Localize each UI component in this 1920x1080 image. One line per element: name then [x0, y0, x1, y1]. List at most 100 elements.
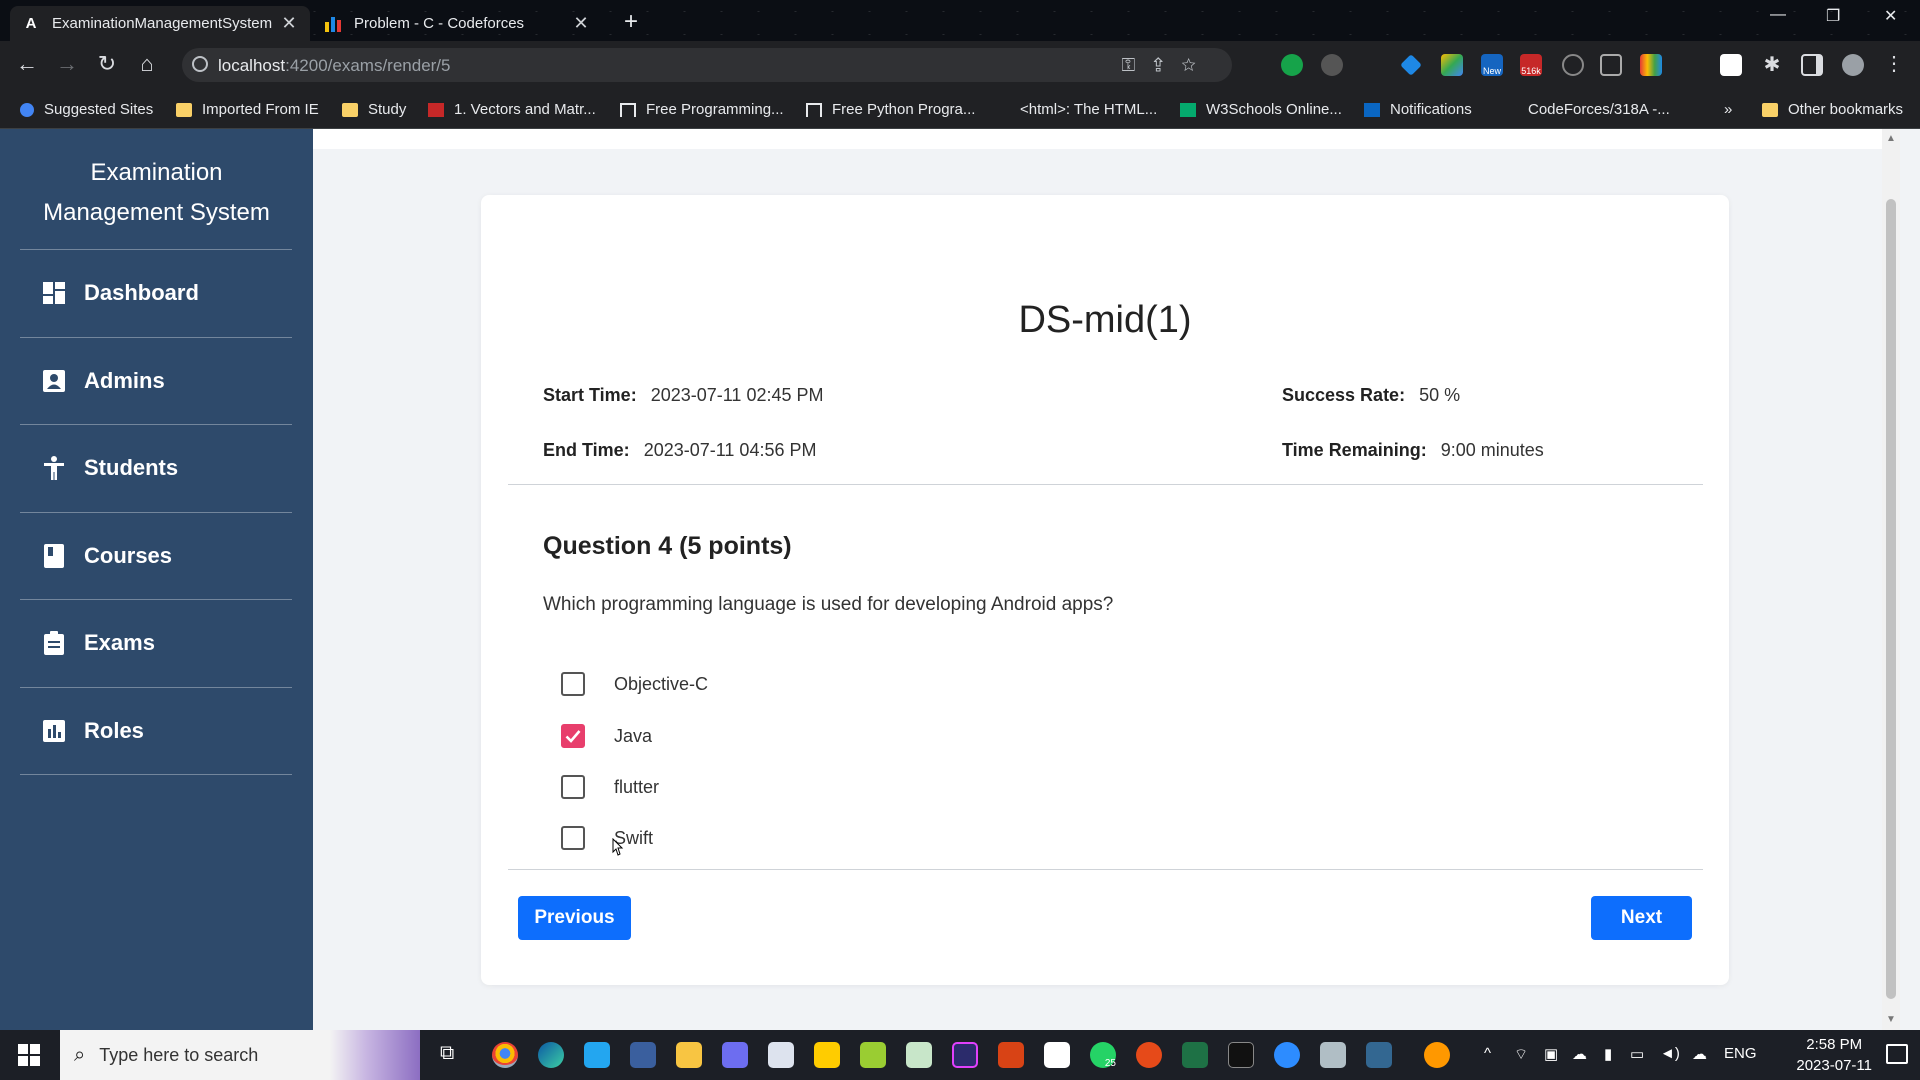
news-extension-icon[interactable]: New — [1481, 54, 1503, 76]
sidebar-item-dashboard[interactable]: Dashboard — [20, 249, 292, 336]
notification-center-icon[interactable] — [1886, 1044, 1908, 1064]
other-bookmarks[interactable]: Other bookmarks — [1762, 101, 1903, 118]
home-icon[interactable]: ⌂ — [133, 51, 161, 77]
scrollbar[interactable]: ▲ ▼ — [1882, 129, 1900, 1030]
option-objective-c[interactable]: Objective-C — [561, 672, 708, 696]
checkbox[interactable] — [561, 672, 585, 696]
previous-button[interactable]: Previous — [518, 896, 631, 940]
volume-icon[interactable]: ◄) — [1660, 1045, 1680, 1062]
sidebar-item-admins[interactable]: Admins — [20, 337, 292, 424]
network-icon[interactable]: ⌔ — [1514, 1045, 1528, 1064]
app-icon[interactable] — [722, 1042, 748, 1068]
chrome-icon[interactable] — [492, 1042, 518, 1068]
color-extension-icon[interactable] — [1640, 54, 1662, 76]
bookmark-item[interactable]: Study — [342, 101, 406, 118]
bookmark-item[interactable]: W3Schools Online... — [1180, 101, 1342, 118]
taskbar-clock[interactable]: 2:58 PM 2023-07-11 — [1796, 1034, 1872, 1076]
option-flutter[interactable]: flutter — [561, 775, 659, 799]
extension-icon[interactable] — [1321, 54, 1343, 76]
excel-icon[interactable] — [1182, 1042, 1208, 1068]
option-swift[interactable]: Swift — [561, 826, 653, 850]
grammarly-icon[interactable] — [1281, 54, 1303, 76]
app-icon[interactable] — [630, 1042, 656, 1068]
whatsapp-icon[interactable]: 25 — [1090, 1042, 1116, 1069]
app-icon[interactable] — [814, 1042, 840, 1068]
language-indicator[interactable]: ENG — [1724, 1045, 1757, 1062]
bookmark-item[interactable]: 1. Vectors and Matr... — [428, 101, 596, 118]
s-extension-icon[interactable] — [1720, 54, 1742, 76]
app-icon[interactable] — [1136, 1042, 1162, 1068]
bookmark-item[interactable]: <html>: The HTML... — [994, 101, 1157, 118]
app-icon[interactable] — [906, 1042, 932, 1068]
bookmark-item[interactable]: CodeForces/318A -... — [1502, 101, 1670, 118]
extension-e-icon[interactable] — [1600, 54, 1622, 76]
avatar[interactable] — [1842, 54, 1864, 76]
app-icon[interactable] — [1320, 1042, 1346, 1068]
clipboard-icon — [42, 631, 66, 655]
tab-codeforces[interactable]: Problem - C - Codeforces ✕ — [312, 6, 602, 41]
minimize-icon[interactable]: — — [1770, 6, 1786, 24]
taskbar-search[interactable]: ⌕ Type here to search — [60, 1030, 420, 1080]
site-info-icon[interactable] — [192, 56, 208, 72]
option-java[interactable]: Java — [561, 724, 652, 748]
tray-chevron-icon[interactable]: ^ — [1484, 1045, 1491, 1062]
bookmark-item[interactable]: Notifications — [1364, 101, 1472, 118]
forward-icon[interactable]: → — [53, 51, 81, 77]
folder-icon — [176, 102, 192, 117]
edge-icon[interactable] — [538, 1042, 564, 1068]
file-explorer-icon[interactable] — [676, 1042, 702, 1068]
postgres-icon[interactable] — [1366, 1042, 1392, 1068]
task-view-icon[interactable]: ⧉ — [440, 1042, 454, 1065]
app-icon[interactable] — [768, 1042, 794, 1068]
close-tab-icon[interactable]: ✕ — [280, 13, 298, 34]
next-button[interactable]: Next — [1591, 896, 1692, 940]
lambda-app-icon[interactable] — [860, 1042, 886, 1068]
sidebar-item-roles[interactable]: Roles — [20, 687, 292, 774]
bookmark-item[interactable]: Free Python Progra... — [806, 101, 975, 118]
notion-icon[interactable] — [1044, 1042, 1070, 1068]
reload-icon[interactable]: ↻ — [93, 51, 121, 77]
windows-start-icon[interactable] — [18, 1044, 40, 1066]
app-icon[interactable] — [998, 1042, 1024, 1068]
menu-icon[interactable]: ⋮ — [1880, 51, 1908, 76]
restore-icon[interactable]: ❐ — [1826, 6, 1840, 26]
close-window-icon[interactable]: ✕ — [1884, 6, 1897, 26]
device-icon[interactable]: ▣ — [1544, 1045, 1558, 1063]
cloud-icon[interactable]: ☁ — [1572, 1045, 1587, 1063]
scroll-up-icon[interactable]: ▲ — [1886, 133, 1896, 144]
app-icon[interactable] — [1424, 1042, 1450, 1068]
close-tab-icon[interactable]: ✕ — [572, 13, 590, 34]
battery-icon[interactable]: ▭ — [1630, 1045, 1644, 1063]
address-bar[interactable]: localhost:4200/exams/render/5 ⚿⇪☆ — [182, 48, 1232, 82]
checkbox-checked[interactable] — [561, 724, 585, 748]
intellij-icon[interactable] — [952, 1042, 978, 1068]
counter-extension-icon[interactable]: 516k — [1520, 54, 1542, 76]
bookmark-item[interactable]: Free Programming... — [620, 101, 784, 118]
checkbox[interactable] — [561, 826, 585, 850]
omnibox-actions[interactable]: ⚿⇪☆ — [1121, 55, 1214, 76]
tab-exam-system[interactable]: A ExaminationManagementSystem ✕ — [10, 6, 310, 41]
extension-diamond-icon[interactable] — [1400, 54, 1422, 76]
sidepanel-icon[interactable] — [1801, 54, 1823, 76]
onedrive-icon[interactable]: ☁ — [1692, 1045, 1707, 1063]
bookmark-item[interactable]: Imported From IE — [176, 101, 319, 118]
bookmarks-overflow[interactable]: » — [1724, 101, 1732, 118]
scrollbar-thumb[interactable] — [1886, 199, 1896, 999]
zoom-icon[interactable] — [1274, 1042, 1300, 1068]
browser-tab-bar: A ExaminationManagementSystem ✕ Problem … — [0, 0, 1920, 41]
check-icon — [565, 730, 581, 743]
terminal-icon[interactable] — [1228, 1042, 1254, 1068]
scroll-down-icon[interactable]: ▼ — [1886, 1014, 1896, 1025]
drive-icon[interactable] — [1441, 54, 1463, 76]
sidebar-item-courses[interactable]: Courses — [20, 512, 292, 599]
puzzle-icon[interactable]: ✱ — [1761, 54, 1783, 76]
sidebar-item-exams[interactable]: Exams — [20, 599, 292, 686]
mic-icon[interactable]: ▮ — [1604, 1045, 1612, 1063]
back-icon[interactable]: ← — [13, 51, 41, 77]
vscode-icon[interactable] — [584, 1042, 610, 1068]
sidebar-item-students[interactable]: Students — [20, 424, 292, 511]
bookmark-item[interactable]: Suggested Sites — [20, 101, 153, 118]
new-tab-icon[interactable]: + — [624, 8, 638, 36]
timer-icon[interactable] — [1562, 54, 1584, 76]
checkbox[interactable] — [561, 775, 585, 799]
